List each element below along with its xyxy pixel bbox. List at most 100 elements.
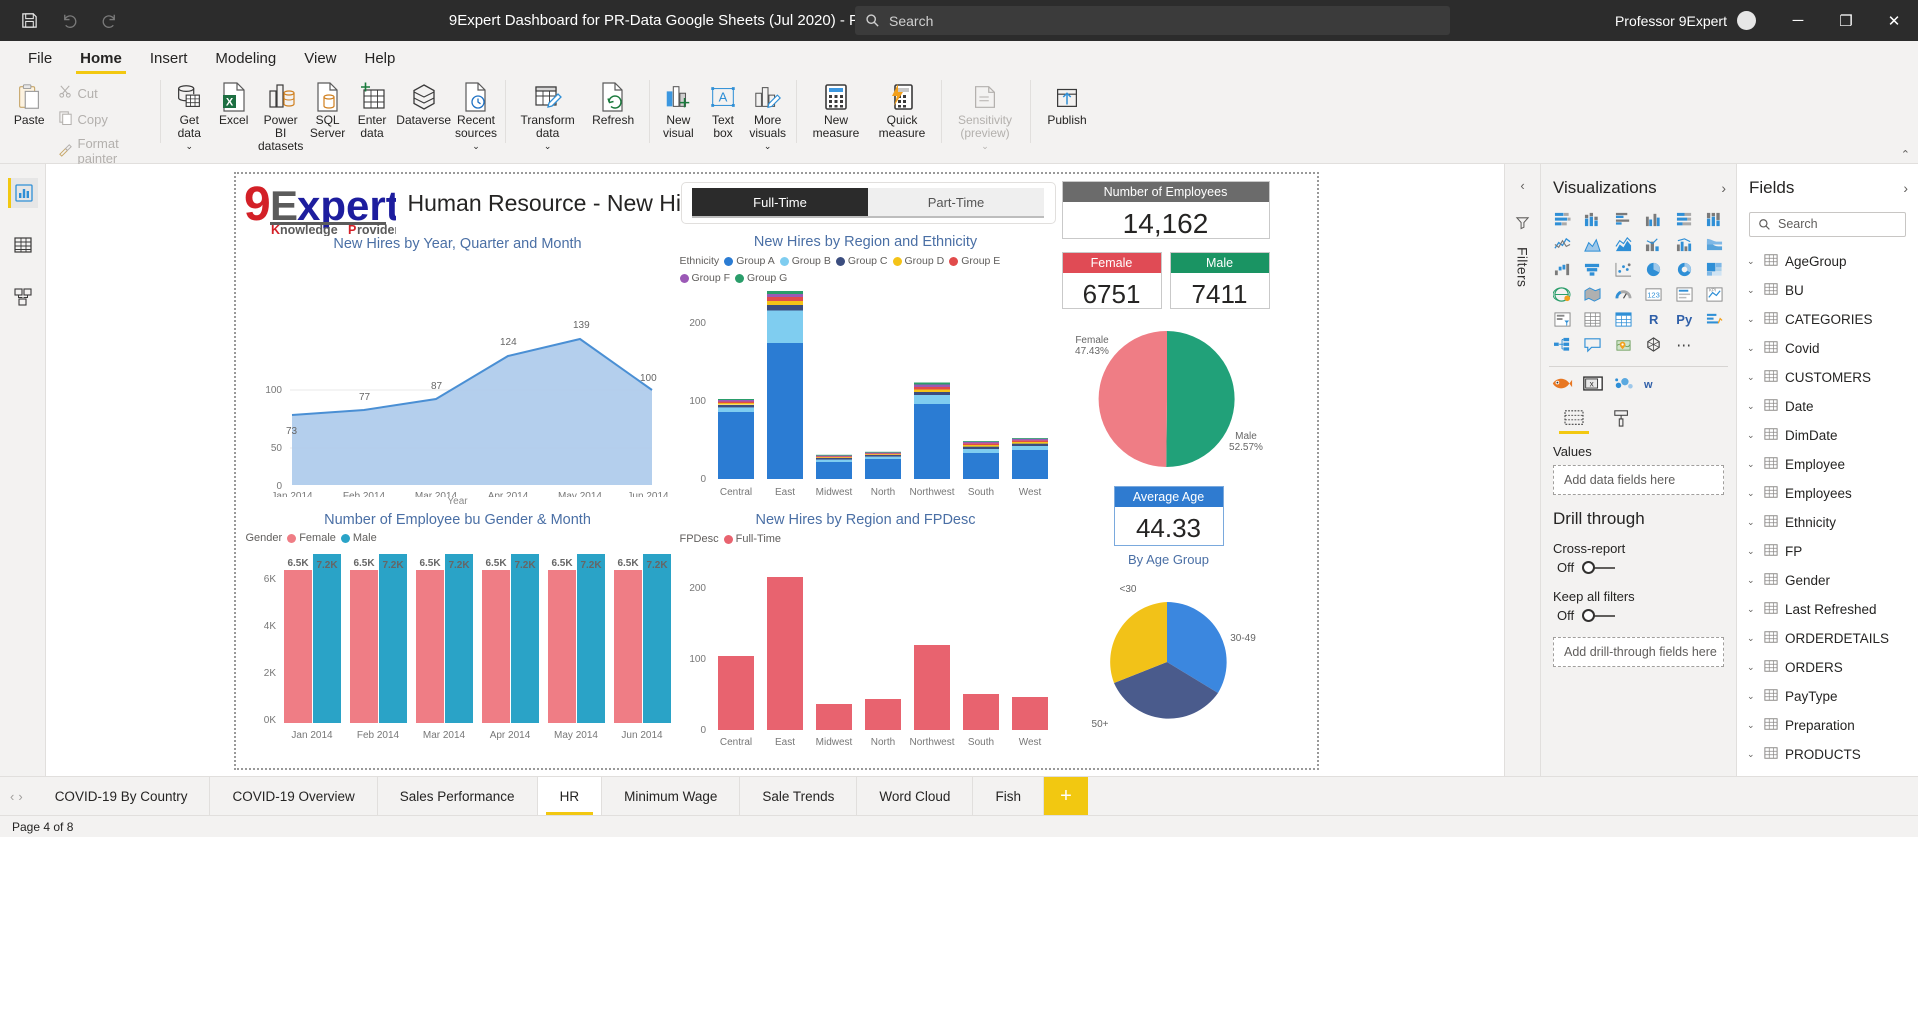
chevron-down-icon[interactable]: ⌄: [1747, 575, 1757, 586]
decomposition-tree-icon[interactable]: [1547, 333, 1578, 356]
excel-button[interactable]: X Excel: [211, 77, 255, 130]
chevron-left-icon[interactable]: ‹: [10, 789, 14, 804]
slicer-icon[interactable]: [1547, 308, 1578, 331]
table-icon[interactable]: [1578, 308, 1609, 331]
slicer-option-part-time[interactable]: Part-Time: [868, 188, 1044, 218]
chevron-down-icon[interactable]: ⌄: [1747, 720, 1757, 731]
chevron-down-icon[interactable]: ⌄: [185, 140, 193, 153]
card-number-of-employees[interactable]: Number of Employees 14,162: [1062, 181, 1270, 239]
card-female[interactable]: Female 6751: [1062, 252, 1162, 309]
slicer-option-full-time[interactable]: Full-Time: [692, 188, 868, 218]
format-tab[interactable]: [1607, 409, 1637, 434]
ribbon-tab-file[interactable]: File: [14, 46, 66, 74]
visual-employees-by-gender-month[interactable]: Number of Employee bu Gender & Month Gen…: [242, 512, 674, 768]
redo-icon[interactable]: [92, 6, 126, 36]
funnel-chart-icon[interactable]: [1578, 258, 1609, 281]
keep-all-filters-toggle[interactable]: [1582, 609, 1616, 622]
save-icon[interactable]: [12, 6, 46, 36]
keep-all-filters-toggle-row[interactable]: Off: [1553, 608, 1724, 623]
page-tab-minimum-wage[interactable]: Minimum Wage: [602, 777, 740, 815]
map-icon[interactable]: [1547, 283, 1578, 306]
card-male[interactable]: Male 7411: [1170, 252, 1270, 309]
get-data-button[interactable]: Get data⌄: [167, 77, 211, 156]
recent-sources-button[interactable]: Recent sources⌄: [453, 77, 499, 156]
chevron-down-icon[interactable]: ⌄: [981, 140, 989, 153]
chevron-down-icon[interactable]: ⌄: [1747, 749, 1757, 760]
arcgis-maps-icon[interactable]: [1608, 333, 1639, 356]
minimize-button[interactable]: ─: [1774, 0, 1822, 41]
stacked-bar-chart-icon[interactable]: [1547, 208, 1578, 231]
chevron-down-icon[interactable]: ⌄: [1747, 256, 1757, 267]
legend-item-group-c[interactable]: Group C: [836, 255, 888, 267]
filled-map-icon[interactable]: [1578, 283, 1609, 306]
chevron-down-icon[interactable]: ⌄: [1747, 343, 1757, 354]
chevron-down-icon[interactable]: ⌄: [1747, 691, 1757, 702]
model-view-button[interactable]: [8, 282, 38, 312]
field-item-last-refreshed[interactable]: ⌄Last Refreshed: [1737, 595, 1918, 624]
chevron-down-icon[interactable]: ⌄: [1747, 372, 1757, 383]
chevron-down-icon[interactable]: ⌄: [1747, 662, 1757, 673]
visual-new-hires-by-region-fpdesc[interactable]: New Hires by Region and FPDesc FPDesc Fu…: [676, 512, 1056, 768]
copy-button[interactable]: Copy: [53, 107, 154, 131]
kpi-icon[interactable]: KPI: [1700, 283, 1731, 306]
more-options-icon[interactable]: ⋯: [1669, 333, 1700, 356]
cross-report-toggle[interactable]: [1582, 561, 1616, 574]
waterfall-chart-icon[interactable]: [1547, 258, 1578, 281]
values-dropzone[interactable]: Add data fields here: [1553, 465, 1724, 495]
chevron-down-icon[interactable]: ⌄: [1747, 546, 1757, 557]
field-item-gender[interactable]: ⌄Gender: [1737, 566, 1918, 595]
field-item-agegroup[interactable]: ⌄AgeGroup: [1737, 247, 1918, 276]
publish-button[interactable]: Publish: [1037, 77, 1097, 130]
field-item-paytype[interactable]: ⌄PayType: [1737, 682, 1918, 711]
chevron-down-icon[interactable]: ⌄: [1747, 633, 1757, 644]
more-visuals-button[interactable]: More visuals⌄: [745, 77, 790, 156]
fields-tab[interactable]: [1559, 409, 1589, 434]
search-box[interactable]: Search: [855, 6, 1450, 35]
line-chart-icon[interactable]: [1547, 233, 1578, 256]
chevron-down-icon[interactable]: ⌄: [1747, 430, 1757, 441]
field-item-fp[interactable]: ⌄FP: [1737, 537, 1918, 566]
field-item-orders[interactable]: ⌄ORDERS: [1737, 653, 1918, 682]
chevron-right-icon[interactable]: ›: [18, 789, 22, 804]
close-button[interactable]: ✕: [1870, 0, 1918, 41]
legend-item-group-f[interactable]: Group F: [680, 272, 731, 284]
chevron-down-icon[interactable]: ⌄: [1747, 314, 1757, 325]
expand-filters-icon[interactable]: ‹: [1520, 178, 1524, 193]
field-item-products[interactable]: ⌄PRODUCTS: [1737, 740, 1918, 769]
paginated-report-icon[interactable]: [1639, 333, 1670, 356]
pie-chart-icon[interactable]: [1639, 258, 1670, 281]
matrix-icon[interactable]: [1608, 308, 1639, 331]
chevron-down-icon[interactable]: ⌄: [1747, 285, 1757, 296]
line-clustered-column-icon[interactable]: [1669, 233, 1700, 256]
filters-pane-collapsed[interactable]: ‹ Filters: [1504, 164, 1540, 776]
line-stacked-column-icon[interactable]: [1639, 233, 1670, 256]
field-item-employees[interactable]: ⌄Employees: [1737, 479, 1918, 508]
multi-row-card-icon[interactable]: [1669, 283, 1700, 306]
ribbon-tab-modeling[interactable]: Modeling: [201, 46, 290, 74]
field-item-preparation[interactable]: ⌄Preparation: [1737, 711, 1918, 740]
legend-item-group-d[interactable]: Group D: [893, 255, 945, 267]
paste-button[interactable]: Paste: [6, 77, 53, 130]
page-tab-hr[interactable]: HR: [538, 777, 603, 815]
field-item-ethnicity[interactable]: ⌄Ethnicity: [1737, 508, 1918, 537]
visual-age-group-pie[interactable]: <30 30-49 50+: [1062, 572, 1272, 762]
legend-item-full-time[interactable]: Full-Time: [724, 533, 781, 545]
ribbon-tab-view[interactable]: View: [290, 46, 350, 74]
page-tab-covid-19-overview[interactable]: COVID-19 Overview: [210, 777, 377, 815]
chevron-down-icon[interactable]: ⌄: [1747, 488, 1757, 499]
card-icon[interactable]: 123: [1639, 283, 1670, 306]
treemap-icon[interactable]: [1700, 258, 1731, 281]
field-item-categories[interactable]: ⌄CATEGORIES: [1737, 305, 1918, 334]
stacked-column-chart-icon[interactable]: [1578, 208, 1609, 231]
collapse-ribbon-icon[interactable]: ⌃: [1901, 148, 1910, 161]
clustered-bar-chart-icon[interactable]: [1608, 208, 1639, 231]
chevron-down-icon[interactable]: ⌄: [1747, 459, 1757, 470]
legend-item-group-b[interactable]: Group B: [780, 255, 831, 267]
power-bi-datasets-button[interactable]: Power BI datasets: [256, 77, 305, 156]
r-script-visual-icon[interactable]: R: [1639, 308, 1670, 331]
fish-custom-visual-icon[interactable]: [1551, 375, 1573, 395]
drill-through-dropzone[interactable]: Add drill-through fields here: [1553, 637, 1724, 667]
report-page[interactable]: 9 E xpert K nowledge P rovider Human Res…: [234, 172, 1319, 770]
maximize-button[interactable]: ❐: [1822, 0, 1870, 41]
employment-type-slicer[interactable]: Full-Time Part-Time: [681, 182, 1056, 224]
